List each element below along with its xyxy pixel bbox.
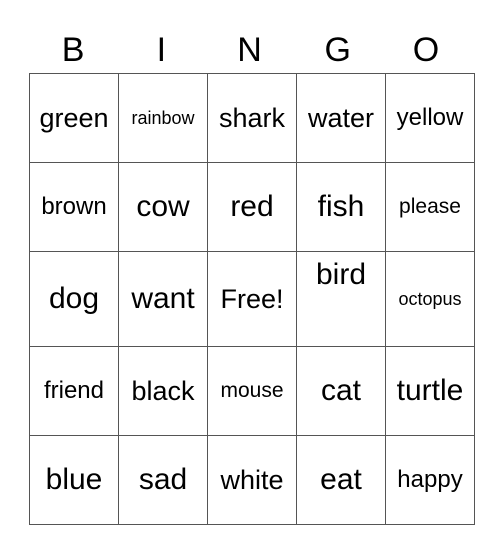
card-cell: black — [118, 346, 208, 436]
card-cell: want — [118, 251, 208, 347]
card-cell: white — [207, 435, 297, 525]
card-cell: please — [385, 162, 475, 252]
header-letter-b: B — [61, 31, 85, 69]
card-cell: dog — [29, 251, 119, 347]
header-letter-i: I — [156, 31, 167, 69]
card-cell: shark — [207, 73, 297, 163]
card-cell: sad — [118, 435, 208, 525]
card-cell: yellow — [385, 73, 475, 163]
header-letter-o: O — [412, 31, 440, 69]
card-cell: water — [296, 73, 386, 163]
card-cell: green — [29, 73, 119, 163]
card-row: dog want Free! bird octopus — [29, 251, 475, 347]
card-row: friend black mouse cat turtle — [29, 346, 475, 436]
card-cell: happy — [385, 435, 475, 525]
card-cell: rainbow — [118, 73, 208, 163]
card-cell: mouse — [207, 346, 297, 436]
card-cell: blue — [29, 435, 119, 525]
card-cell: cow — [118, 162, 208, 252]
card-row: brown cow red fish please — [29, 162, 475, 252]
card-cell: red — [207, 162, 297, 252]
header-letter-g: G — [324, 31, 351, 69]
card-cell: turtle — [385, 346, 475, 436]
bingo-header: B I N G O — [29, 26, 470, 74]
card-row: green rainbow shark water yellow — [29, 73, 475, 163]
card-cell: friend — [29, 346, 119, 436]
card-row: blue sad white eat happy — [29, 435, 475, 525]
card-cell: brown — [29, 162, 119, 252]
header-letter-n: N — [237, 31, 262, 69]
card-cell: fish — [296, 162, 386, 252]
bingo-card: green rainbow shark water yellow brown c… — [29, 73, 475, 525]
card-cell: octopus — [385, 251, 475, 347]
card-cell: cat — [296, 346, 386, 436]
card-cell: bird — [296, 251, 386, 347]
card-cell: eat — [296, 435, 386, 525]
free-space-cell: Free! — [207, 251, 297, 347]
